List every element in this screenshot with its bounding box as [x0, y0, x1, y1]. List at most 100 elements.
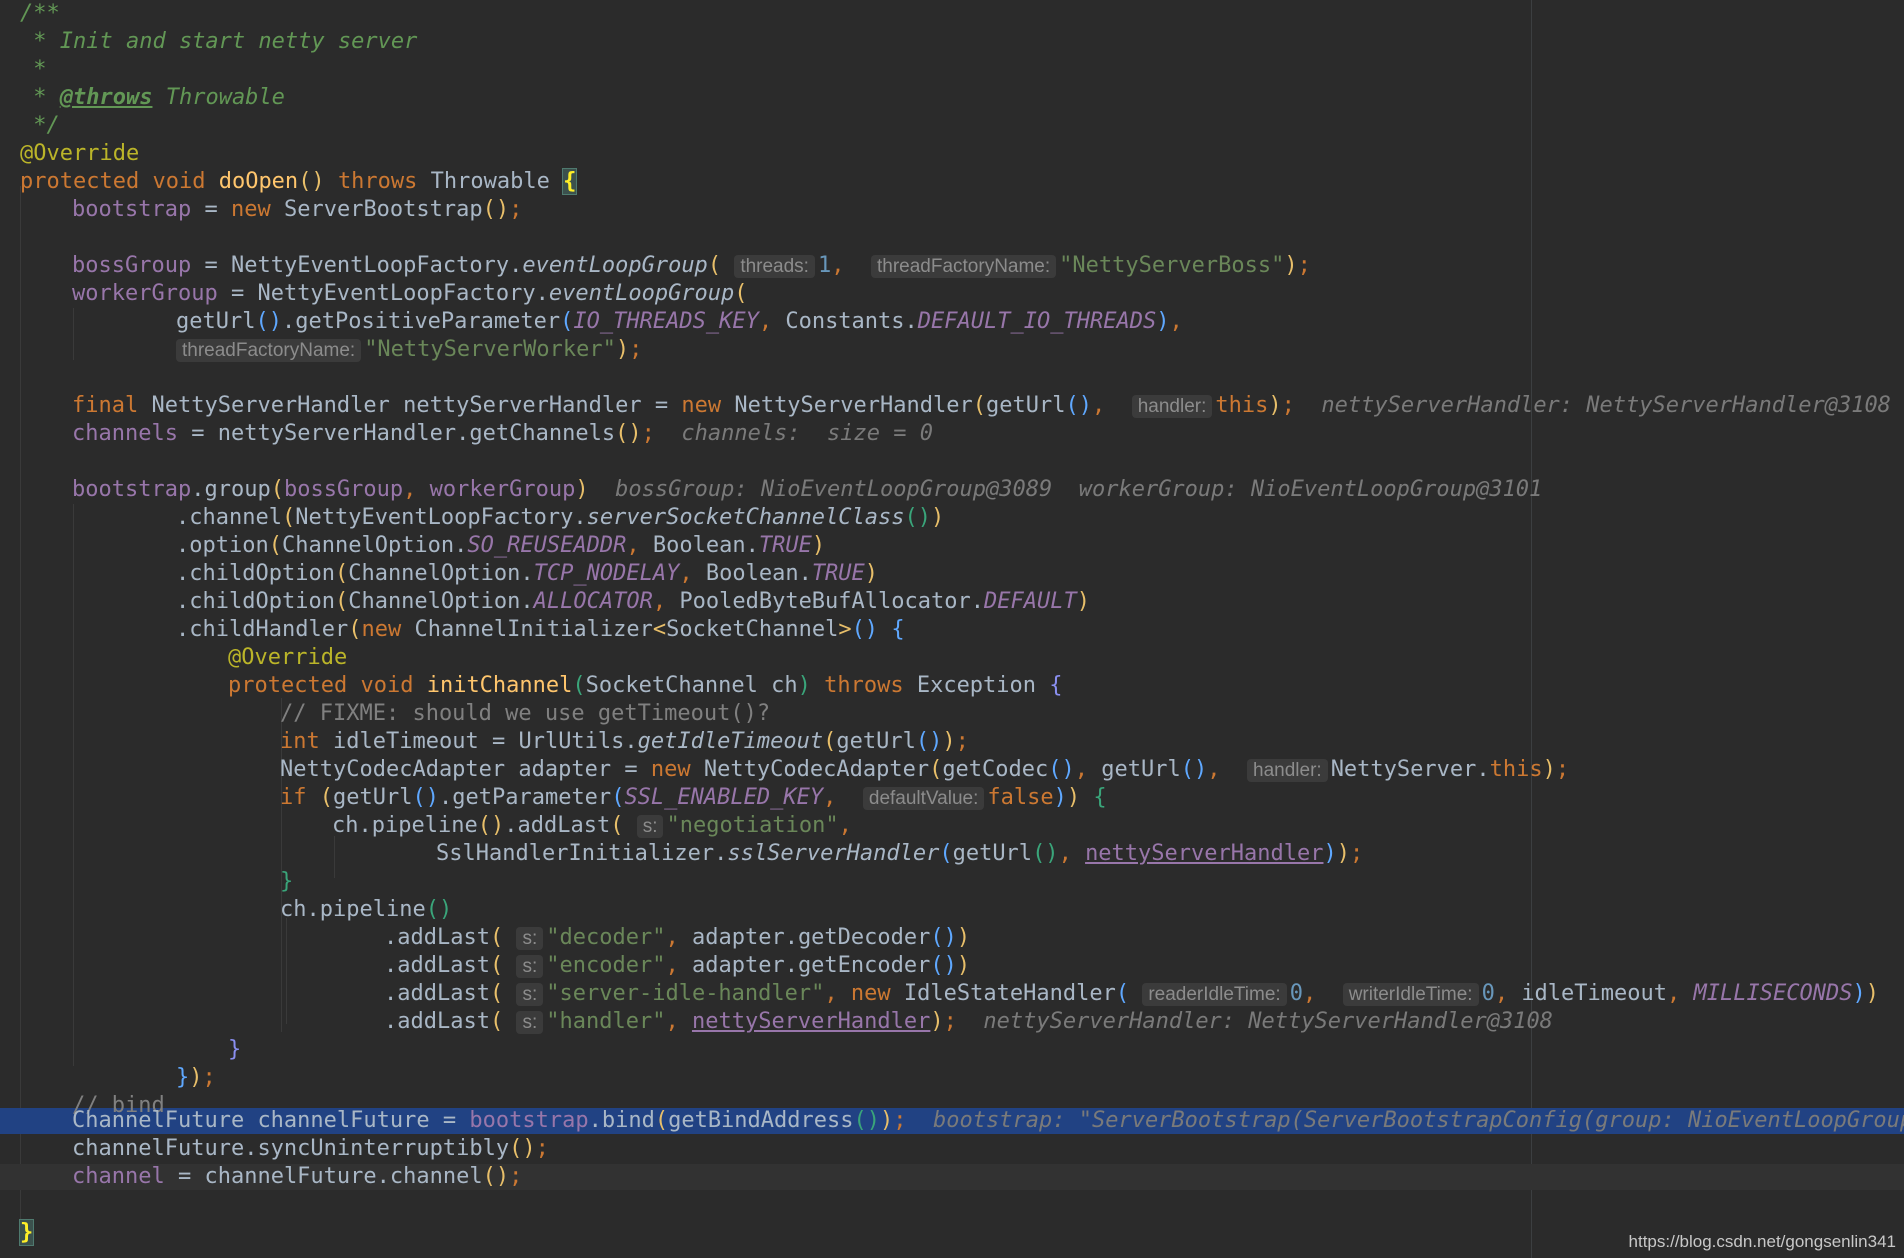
code-line-42[interactable]: channelFuture.syncUninterruptibly();	[72, 1135, 549, 1163]
code-line-31[interactable]: SslHandlerInitializer.sslServerHandler(g…	[436, 840, 1363, 868]
code-line-2[interactable]: * Init and start netty server	[20, 28, 417, 56]
code-line-41[interactable]: ChannelFuture channelFuture = bootstrap.…	[72, 1107, 1904, 1135]
code-line-24[interactable]: @Override	[228, 644, 347, 672]
static-constant: DEFAULT_IO_THREADS	[917, 309, 1157, 334]
method-call: addLast	[397, 953, 490, 978]
code-line-15[interactable]: final NettyServerHandler nettyServerHand…	[72, 392, 1891, 420]
code-line-43[interactable]: channel = channelFuture.channel();	[72, 1163, 522, 1191]
string-literal: "negotiation"	[666, 813, 839, 838]
keyword: false	[987, 785, 1054, 810]
debug-inline-value: nettyServerHandler: NettyServerHandler@3…	[983, 1009, 1553, 1034]
code-line-35[interactable]: .addLast( s: "encoder", adapter.getEncode…	[384, 952, 970, 980]
code-line-27[interactable]: int idleTimeout = UrlUtils.getIdleTimeou…	[280, 728, 969, 756]
indent-guide	[286, 918, 287, 1024]
method-call: getUrl	[333, 785, 413, 810]
type-name: NettyEventLoopFactory	[295, 505, 574, 530]
code-line-7[interactable]: protected void doOpen() throws Throwable…	[20, 168, 578, 196]
static-constant: SO_REUSEADDR	[467, 533, 627, 558]
method-call: getBindAddress	[668, 1108, 854, 1133]
parameter: ch	[332, 813, 359, 838]
code-line-21[interactable]: .childOption(ChannelOption.TCP_NODELAY, …	[176, 560, 878, 588]
code-line-45[interactable]: }	[18, 1219, 35, 1247]
code-line-10[interactable]: bossGroup = NettyEventLoopFactory.eventL…	[72, 252, 1311, 280]
field: bossGroup	[283, 477, 404, 502]
local-variable: channelFuture	[72, 1136, 245, 1161]
method-call: getChannels	[469, 421, 616, 446]
type-name: ChannelFuture	[72, 1108, 245, 1133]
code-line-28[interactable]: NettyCodecAdapter adapter = new NettyCod…	[280, 756, 1569, 784]
local-variable: channelFuture	[204, 1164, 377, 1189]
code-line-13[interactable]: threadFactoryName: "NettyServerWorker");	[176, 336, 642, 364]
local-variable: nettyServerHandler	[217, 421, 457, 446]
number-literal: 0	[1289, 981, 1303, 1006]
type-name: ChannelOption	[348, 589, 521, 614]
matched-brace-open: {	[562, 168, 578, 195]
parameter-hint: threadFactoryName:	[870, 255, 1057, 278]
local-variable: idleTimeout	[333, 729, 479, 754]
method-call: syncUninterruptibly	[257, 1136, 510, 1161]
keyword: new	[361, 617, 402, 642]
code-line-37[interactable]: .addLast( s: "handler", nettyServerHandle…	[384, 1008, 1553, 1036]
debug-inline-value: bootstrap: "ServerBootstrap(ServerBootst…	[933, 1108, 1904, 1133]
local-variable: idleTimeout	[1521, 981, 1668, 1006]
parameter-hint: handler:	[1131, 395, 1213, 418]
code-line-1[interactable]: /**	[20, 0, 60, 28]
field: bossGroup	[72, 253, 192, 278]
code-line-4[interactable]: * @throws Throwable	[20, 84, 285, 112]
code-line-5[interactable]: */	[20, 112, 60, 140]
code-line-6[interactable]: @Override	[20, 140, 139, 168]
code-line-19[interactable]: .channel(NettyEventLoopFactory.serverSoc…	[176, 504, 944, 532]
javadoc-star: *	[20, 85, 60, 110]
method-call: getPositiveParameter	[295, 309, 561, 334]
type-name: NettyEventLoopFactory	[230, 253, 510, 278]
keyword: new	[650, 757, 691, 782]
keyword: new	[850, 981, 891, 1006]
code-line-23[interactable]: .childHandler(new ChannelInitializer<Soc…	[176, 616, 905, 644]
method-call: getUrl	[1101, 757, 1181, 782]
type-name: NettyServerHandler	[151, 393, 390, 418]
code-line-12[interactable]: getUrl().getPositiveParameter(IO_THREADS…	[176, 308, 1183, 336]
parameter-hint: writerIdleTime:	[1342, 983, 1479, 1006]
code-line-39[interactable]: });	[176, 1064, 216, 1092]
type-name: ChannelOption	[348, 561, 521, 586]
code-line-3[interactable]: *	[20, 56, 46, 84]
captured-variable: nettyServerHandler	[1085, 841, 1324, 866]
method-call: childOption	[189, 589, 335, 614]
method-call: getEncoder	[797, 953, 931, 978]
code-editor[interactable]: /** * Init and start netty server * * @t…	[0, 0, 1904, 1258]
code-line-34[interactable]: .addLast( s: "decoder", adapter.getDecode…	[384, 924, 970, 952]
code-line-38[interactable]: }	[228, 1036, 241, 1064]
local-variable: adapter	[518, 757, 612, 782]
keyword: this	[1215, 393, 1269, 418]
method-call: getDecoder	[797, 925, 931, 950]
type-name: ChannelOption	[281, 533, 455, 558]
code-line-16[interactable]: channels = nettyServerHandler.getChannel…	[72, 420, 933, 448]
method-call: getUrl	[986, 393, 1066, 418]
local-variable: adapter	[691, 925, 785, 950]
static-method: serverSocketChannelClass	[586, 505, 905, 530]
code-line-26[interactable]: // FIXME: should we use getTimeout()?	[280, 700, 770, 728]
code-line-36[interactable]: .addLast( s: "server-idle-handler", new I…	[384, 980, 1879, 1008]
code-line-33[interactable]: ch.pipeline()	[280, 896, 452, 924]
code-line-32[interactable]: }	[280, 868, 293, 896]
code-line-8[interactable]: bootstrap = new ServerBootstrap();	[72, 196, 522, 224]
code-line-30[interactable]: ch.pipeline().addLast( s: "negotiation",	[332, 812, 852, 840]
type-name: SocketChannel	[585, 673, 758, 698]
code-line-29[interactable]: if (getUrl().getParameter(SSL_ENABLED_KE…	[280, 784, 1107, 812]
parameter-hint: s:	[516, 983, 544, 1006]
code-line-20[interactable]: .option(ChannelOption.SO_REUSEADDR, Bool…	[176, 532, 825, 560]
code-line-22[interactable]: .childOption(ChannelOption.ALLOCATOR, Po…	[176, 588, 1090, 616]
override-annotation: @Override	[228, 645, 348, 670]
type-name: NettyServerHandler	[734, 393, 973, 418]
code-line-25[interactable]: protected void initChannel(SocketChannel…	[228, 672, 1063, 700]
code-line-18[interactable]: bootstrap.group(bossGroup, workerGroup) …	[72, 476, 1542, 504]
type-name: PooledByteBufAllocator	[679, 589, 971, 614]
number-literal: 1	[817, 253, 832, 278]
parameter: ch	[771, 673, 798, 698]
string-literal: "server-idle-handler"	[546, 981, 825, 1006]
code-line-11[interactable]: workerGroup = NettyEventLoopFactory.even…	[72, 280, 748, 308]
type-name: Throwable	[430, 169, 550, 194]
method-call: pipeline	[371, 813, 478, 838]
method-call: getParameter	[452, 785, 612, 810]
javadoc-close: */	[20, 113, 60, 138]
